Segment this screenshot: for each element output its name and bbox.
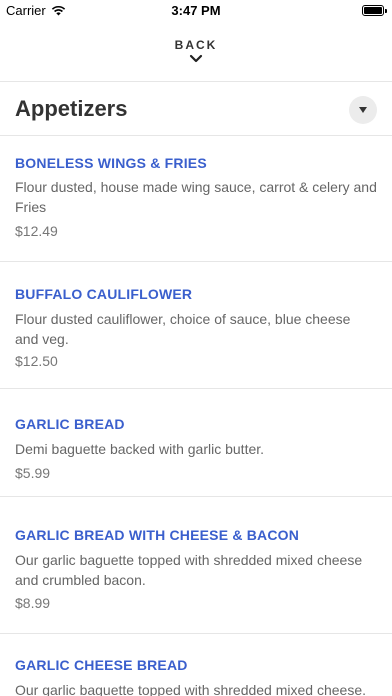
item-name: GARLIC BREAD WITH CHEESE & BACON [15,527,300,543]
item-name: GARLIC CHEESE BREAD [15,657,188,673]
section-header: Appetizers [0,82,392,136]
back-button[interactable]: BACK [0,30,392,80]
menu-item-garlic-bread[interactable]: GARLIC BREAD Demi baguette backed with g… [0,389,392,496]
item-price: $5.99 [15,465,51,481]
item-price: $12.50 [15,353,58,369]
caret-down-icon [359,107,367,113]
item-description: Demi baguette backed with garlic butter. [15,441,265,457]
menu-item-buffalo-cauliflower[interactable]: BUFFALO CAULIFLOWER Flour dusted caulifl… [0,262,392,388]
menu-item-boneless-wings[interactable]: BONELESS WINGS & FRIES Flour dusted, hou… [0,136,392,261]
menu-item-garlic-cheese-bread[interactable]: GARLIC CHEESE BREAD Our garlic baguette … [0,634,392,696]
chevron-down-icon [189,54,203,63]
item-name: BUFFALO CAULIFLOWER [15,286,193,302]
status-time: 3:47 PM [171,3,221,18]
item-description: Flour dusted, house made wing sauce, car… [15,179,377,215]
item-price: $12.49 [15,223,58,239]
menu-item-garlic-bread-cheese-bacon[interactable]: GARLIC BREAD WITH CHEESE & BACON Our gar… [0,497,392,633]
battery-icon [362,5,387,16]
item-description: Our garlic baguette topped with shredded… [15,682,366,696]
section-dropdown-button[interactable] [349,96,377,124]
battery-fill [364,7,382,14]
item-description: Our garlic baguette topped with shredded… [15,552,363,588]
status-bar: Carrier 3:47 PM [0,0,392,22]
item-price: $8.99 [15,595,51,611]
back-label: BACK [174,38,218,52]
item-name: BONELESS WINGS & FRIES [15,155,207,171]
item-description: Flour dusted cauliflower, choice of sauc… [15,311,351,347]
item-name: GARLIC BREAD [15,416,125,432]
section-title: Appetizers [15,96,128,121]
